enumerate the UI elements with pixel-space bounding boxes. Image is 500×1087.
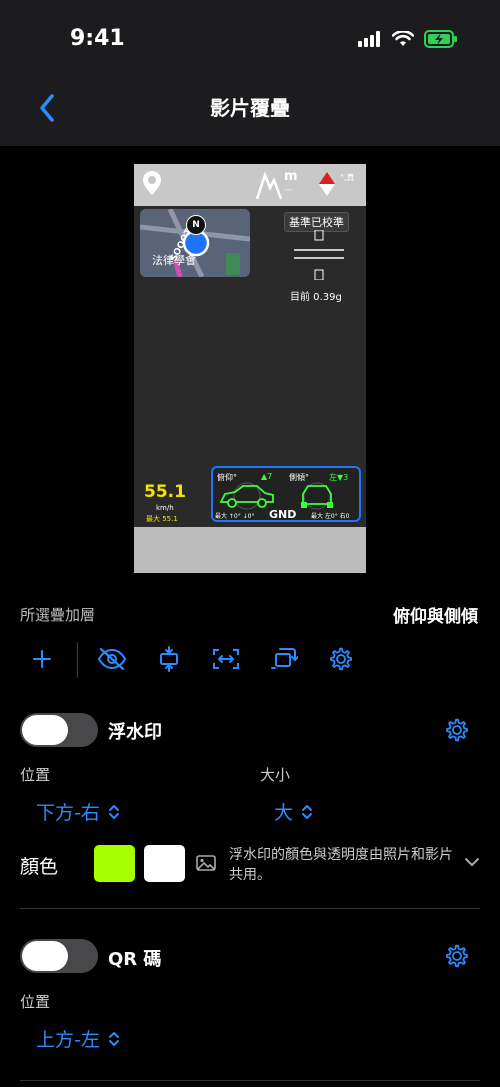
section-divider [20, 908, 480, 909]
speed-value: 55.1 [144, 482, 186, 502]
toggle-knob [22, 715, 68, 745]
hide-layer-button[interactable] [97, 644, 127, 674]
heading-true: °,真 [340, 173, 355, 182]
pitch-max: 最大 ↑0° ↓0° [215, 513, 255, 520]
watermark-color-label: 顏色 [20, 856, 59, 878]
wifi-icon [392, 31, 414, 46]
altitude-value: --- [284, 185, 293, 194]
map-compass-label: N [192, 220, 200, 230]
toggle-knob [22, 941, 68, 971]
watermark-title: 浮水印 [108, 722, 162, 743]
location-pin-icon [143, 171, 161, 195]
section-divider [20, 1080, 480, 1081]
level-indicator-icon [294, 230, 344, 280]
photo-icon [196, 855, 216, 871]
gnd-label: GND [269, 508, 297, 521]
qr-position-select[interactable]: 上方-左 [36, 1025, 120, 1052]
status-icons [358, 30, 458, 48]
compass-arrow-icon [319, 172, 335, 196]
qr-title: QR 碼 [108, 949, 162, 970]
add-layer-button[interactable] [27, 644, 57, 674]
mountain-icon [256, 171, 282, 200]
watermark-position-value: 下方-右 [36, 802, 100, 824]
rotate-button[interactable] [269, 644, 299, 674]
vertical-align-icon [160, 646, 178, 672]
preview-top-bar: m --- °,真 [134, 164, 366, 206]
pitch-roll-panel: 俯仰° ▲7 側傾° 左▼3 最大 ↑0° ↓0° GND 最大 左0° 右0 [211, 466, 361, 522]
toolbar-divider [77, 642, 78, 678]
selected-layer-name: 俯仰與側傾 [393, 607, 478, 627]
watermark-toggle[interactable] [20, 713, 98, 747]
chevron-updown-icon [108, 1031, 119, 1046]
watermark-size-value: 大 [274, 802, 294, 824]
watermark-size-select[interactable]: 大 [274, 798, 313, 825]
watermark-position-label: 位置 [20, 766, 51, 784]
layer-toolbar [0, 640, 500, 680]
car-side-icon [219, 482, 274, 510]
qr-position-value: 上方-左 [36, 1029, 100, 1051]
preview-map: 法律學會 SOOOTH N [140, 209, 250, 277]
watermark-position-select[interactable]: 下方-右 [36, 798, 120, 825]
map-compass-icon: N [186, 215, 206, 235]
car-front-icon [301, 482, 333, 510]
chevron-updown-icon [302, 804, 313, 819]
page-title: 影片覆疊 [210, 96, 290, 120]
layer-settings-button[interactable] [326, 644, 356, 674]
chevron-down-icon[interactable] [464, 856, 480, 868]
altitude-unit: m [284, 169, 298, 184]
roll-max: 最大 左0° 右0 [311, 513, 350, 520]
watermark-size-label: 大小 [260, 766, 291, 784]
nav-bar: 影片覆疊 [0, 72, 500, 146]
chevron-updown-icon [108, 804, 119, 819]
battery-icon [424, 30, 457, 48]
stretch-button[interactable] [211, 644, 241, 674]
secondary-color-swatch[interactable] [144, 845, 185, 882]
watermark-note: 浮水印的顏色與透明度由照片和影片共用。 [229, 847, 453, 883]
expand-icon [213, 649, 239, 669]
gear-icon [330, 647, 352, 671]
rotate-icon [271, 648, 298, 669]
status-bar: 9:41 [0, 0, 500, 72]
primary-color-swatch[interactable] [94, 845, 135, 882]
overlay-preview[interactable]: m --- °,真 法律學會 SOOOTH N 基準已校準 目前 0.39g [134, 164, 366, 573]
preview-bottom-bar [134, 527, 366, 573]
pitch-value: ▲7 [261, 472, 273, 481]
align-vertical-button[interactable] [154, 644, 184, 674]
qr-toggle[interactable] [20, 939, 98, 973]
selected-layer-label: 所選疊加層 [20, 606, 96, 624]
plus-icon [33, 650, 51, 668]
watermark-settings-gear-icon[interactable] [444, 717, 470, 743]
speed-unit: km/h [156, 504, 174, 512]
g-force-readout: 目前 0.39g [290, 292, 342, 303]
status-time: 9:41 [70, 26, 125, 51]
qr-position-label: 位置 [20, 993, 51, 1011]
calibration-badge: 基準已校準 [284, 212, 349, 232]
speed-max: 最大 55.1 [146, 515, 178, 523]
qr-settings-gear-icon[interactable] [444, 943, 470, 969]
signal-icon [358, 31, 380, 47]
eye-slash-icon [97, 648, 127, 670]
